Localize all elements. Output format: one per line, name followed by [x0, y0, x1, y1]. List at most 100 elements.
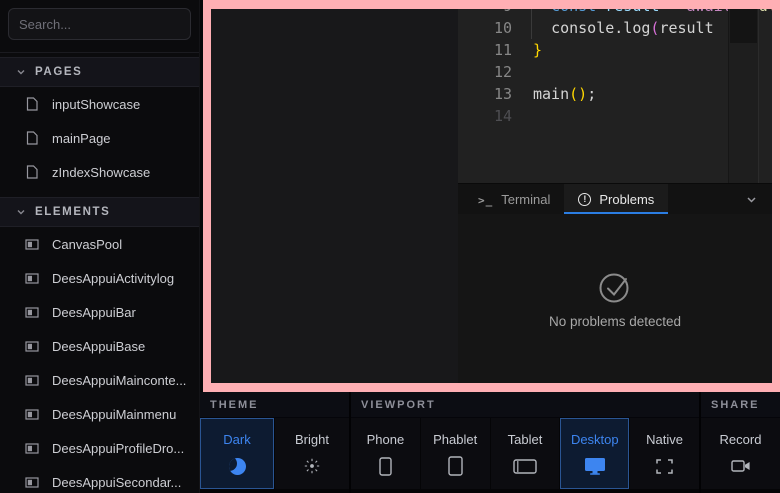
section-label: ELEMENTS — [35, 206, 110, 218]
problems-icon: ! — [578, 193, 591, 206]
line-number: 11 — [458, 39, 512, 61]
tab-label: Terminal — [501, 192, 550, 207]
sidebar-item-deesappuibase[interactable]: DeesAppuiBase — [0, 329, 199, 363]
sidebar-item-zindexshowcase[interactable]: zIndexShowcase — [0, 155, 199, 189]
component-icon — [25, 477, 39, 488]
toolbar-group-label: THEME — [200, 392, 349, 418]
toolbar-group-label: VIEWPORT — [351, 392, 699, 418]
preview-content: 9 const result = await add()10 console.l… — [211, 9, 772, 383]
tab-problems[interactable]: ! Problems — [564, 184, 668, 214]
line-number: 10 — [458, 17, 512, 39]
record-button[interactable]: Record — [701, 418, 780, 489]
button-label: Phone — [367, 432, 405, 447]
code-line: 12 — [458, 61, 772, 83]
sidebar-item-label: DeesAppuiMainconte... — [52, 373, 186, 388]
code-text: main(); — [512, 83, 596, 105]
sidebar-item-label: CanvasPool — [52, 237, 122, 252]
scrollbar-thumb[interactable] — [730, 9, 757, 43]
sidebar-item-label: DeesAppuiSecondar... — [52, 475, 181, 490]
search-input[interactable] — [8, 8, 191, 40]
code-line: 11} — [458, 39, 772, 61]
chevron-down-icon — [16, 207, 26, 217]
sidebar-item-deesappuibar[interactable]: DeesAppuiBar — [0, 295, 199, 329]
sidebar-item-label: zIndexShowcase — [52, 165, 150, 180]
phone-button[interactable]: Phone — [351, 418, 420, 489]
tab-label: Problems — [599, 192, 654, 207]
native-button[interactable]: Native — [630, 418, 699, 489]
chevron-down-icon[interactable] — [745, 193, 758, 206]
phablet-button[interactable]: Phablet — [421, 418, 490, 489]
preview-area: 9 const result = await add()10 console.l… — [200, 0, 780, 392]
code-lines: 9 const result = await add()10 console.l… — [458, 9, 772, 127]
editor-panel: 9 const result = await add()10 console.l… — [458, 9, 772, 383]
sidebar-item-deesappuimainconte[interactable]: DeesAppuiMainconte... — [0, 363, 199, 397]
sidebar-item-deesappuimainmenu[interactable]: DeesAppuiMainmenu — [0, 397, 199, 431]
bright-button[interactable]: Bright — [275, 418, 349, 489]
editor-scrollbar[interactable] — [728, 9, 759, 183]
record-icon — [731, 456, 751, 476]
check-circle-icon — [595, 269, 635, 305]
moon-icon — [229, 456, 246, 476]
preview-canvas — [211, 9, 458, 383]
button-label: Dark — [223, 432, 250, 447]
sidebar-item-label: DeesAppuiBase — [52, 339, 145, 354]
terminal-icon: >_ — [478, 192, 493, 207]
toolbar-cells: Record — [701, 418, 780, 493]
component-icon — [25, 341, 39, 352]
toolbar-group-label: SHARE — [701, 392, 780, 418]
problems-panel: No problems detected — [458, 214, 772, 383]
search-box — [0, 0, 199, 48]
file-icon — [25, 97, 39, 111]
component-icon — [25, 239, 39, 250]
sidebar-item-inputshowcase[interactable]: inputShowcase — [0, 87, 199, 121]
divider — [0, 52, 199, 53]
sidebar-sections: PAGES inputShowcase mainPage zIndexShowcase… — [0, 57, 199, 493]
line-number: 13 — [458, 83, 512, 105]
phone-icon — [379, 456, 392, 476]
toolbar-group-viewport: VIEWPORT Phone PhabletTabletDesktopNative — [351, 392, 699, 493]
code-text — [512, 105, 533, 127]
component-icon — [25, 307, 39, 318]
component-icon — [25, 375, 39, 386]
code-line: 10 console.log(result — [458, 17, 772, 39]
sidebar-item-deesappuiprofiledro[interactable]: DeesAppuiProfileDro... — [0, 431, 199, 465]
toolbar-group-share: SHARE Record — [701, 392, 780, 493]
sidebar-item-mainpage[interactable]: mainPage — [0, 121, 199, 155]
app-window: PAGES inputShowcase mainPage zIndexShowcase… — [0, 0, 780, 493]
desktop-button[interactable]: Desktop — [560, 418, 629, 489]
code-text — [512, 61, 533, 83]
sidebar: PAGES inputShowcase mainPage zIndexShowcase… — [0, 0, 200, 493]
dark-button[interactable]: Dark — [200, 418, 274, 489]
indent-guide — [531, 9, 532, 17]
preview-frame: 9 const result = await add()10 console.l… — [203, 0, 780, 392]
toolbar-group-theme: THEME Dark Bright — [200, 392, 349, 493]
section-header-pages[interactable]: PAGES — [0, 57, 199, 87]
sidebar-item-label: DeesAppuiProfileDro... — [52, 441, 184, 456]
panel-tabbar: >_ Terminal! Problems — [458, 183, 772, 214]
indent-guide — [531, 17, 532, 39]
button-label: Record — [720, 432, 762, 447]
code-line: 13main(); — [458, 83, 772, 105]
tablet-icon — [513, 456, 537, 476]
phablet-icon — [448, 456, 463, 476]
sidebar-item-deesappuiactivitylog[interactable]: DeesAppuiActivitylog — [0, 261, 199, 295]
sidebar-item-canvaspool[interactable]: CanvasPool — [0, 227, 199, 261]
section-header-elements[interactable]: ELEMENTS — [0, 197, 199, 227]
sun-icon — [304, 456, 320, 476]
line-number: 9 — [458, 9, 512, 17]
sidebar-item-label: mainPage — [52, 131, 111, 146]
component-icon — [25, 273, 39, 284]
toolbar-cells: Dark Bright — [200, 418, 349, 493]
section-label: PAGES — [35, 66, 82, 78]
sidebar-item-label: inputShowcase — [52, 97, 140, 112]
tablet-button[interactable]: Tablet — [491, 418, 560, 489]
tab-terminal[interactable]: >_ Terminal — [464, 184, 564, 214]
code-editor[interactable]: 9 const result = await add()10 console.l… — [458, 9, 772, 183]
component-icon — [25, 443, 39, 454]
sidebar-item-deesappuisecondar[interactable]: DeesAppuiSecondar... — [0, 465, 199, 493]
code-text: console.log(result — [512, 17, 714, 39]
component-icon — [25, 409, 39, 420]
sidebar-item-label: DeesAppuiActivitylog — [52, 271, 174, 286]
code-line: 14 — [458, 105, 772, 127]
sidebar-item-label: DeesAppuiBar — [52, 305, 136, 320]
